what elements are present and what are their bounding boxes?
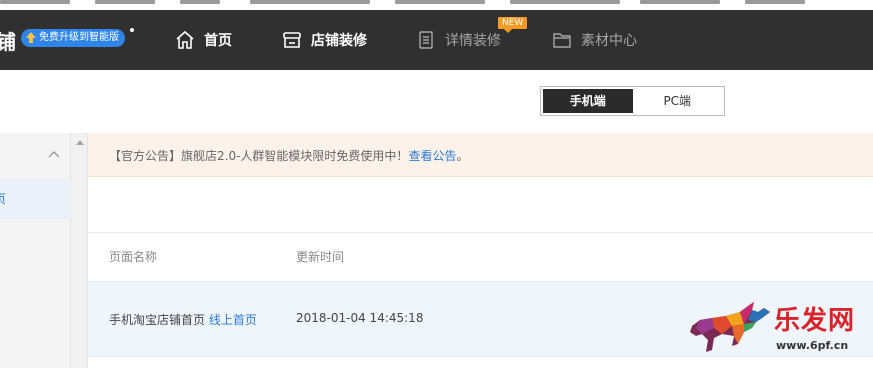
page-name-cell: 手机淘宝店铺首页 线上首页 [109,313,257,327]
upgrade-label: 免费升级到智能版 [39,32,119,43]
sidebar-item-label: 页 [0,192,7,206]
watermark-logo: 乐发网 www.6pf.cn [682,298,868,362]
chevron-up-icon[interactable] [48,150,60,158]
nav-material-center-label: 素材中心 [581,33,637,49]
column-header-page-name: 页面名称 [109,250,158,264]
folder-icon [553,33,571,48]
nav-detail-decoration[interactable]: 详情装修 [416,28,501,52]
top-navbar: 铺 免费升级到智能版 首页 店铺装修 详情装修 NEW 素材中心 [0,10,873,70]
mobile-tab[interactable]: 手机端 [543,89,633,113]
nav-home[interactable]: 首页 [175,28,232,52]
column-header-updated-time: 更新时间 [296,250,345,264]
watermark-brand-text: 乐发网 [774,306,856,336]
sidebar-item-page[interactable]: 页 [0,179,71,219]
upgrade-indicator-dot [130,28,134,32]
nav-store-decoration-label: 店铺装修 [311,33,367,49]
document-icon [419,31,433,49]
pc-tab[interactable]: PC端 [633,89,723,113]
online-homepage-tag: 线上首页 [208,313,257,327]
announcement-banner: 【官方公告】旗舰店2.0-人群智能模块限时免费使用中！查看公告。 [88,133,873,177]
home-icon [176,30,194,49]
bull-logo-icon [690,302,770,352]
left-sidebar: 页 [0,133,71,368]
nav-material-center[interactable]: 素材中心 [552,28,637,52]
upgrade-arrow-icon [26,32,36,43]
view-announcement-link[interactable]: 查看公告 [408,149,456,163]
announcement-text: 【官方公告】旗舰店2.0-人群智能模块限时免费使用中！查看公告。 [109,149,469,163]
watermark-url: www.6pf.cn [776,339,849,352]
device-toggle: 手机端 PC端 [540,86,725,116]
toolbar-area [88,177,873,233]
brand-title: 铺 [0,30,16,54]
nav-store-decoration[interactable]: 店铺装修 [282,28,367,52]
scroll-up-arrow-icon[interactable] [76,140,84,145]
upgrade-button[interactable]: 免费升级到智能版 [21,29,125,47]
updated-time-cell: 2018-01-04 14:45:18 [296,311,424,325]
scrollbar[interactable] [71,133,88,368]
nav-home-label: 首页 [204,33,232,49]
nav-detail-decoration-label: 详情装修 [445,33,501,49]
browser-chrome-strip [0,0,873,10]
store-icon [283,32,301,48]
new-badge: NEW [498,17,528,33]
table-header: 页面名称 更新时间 [88,233,873,281]
